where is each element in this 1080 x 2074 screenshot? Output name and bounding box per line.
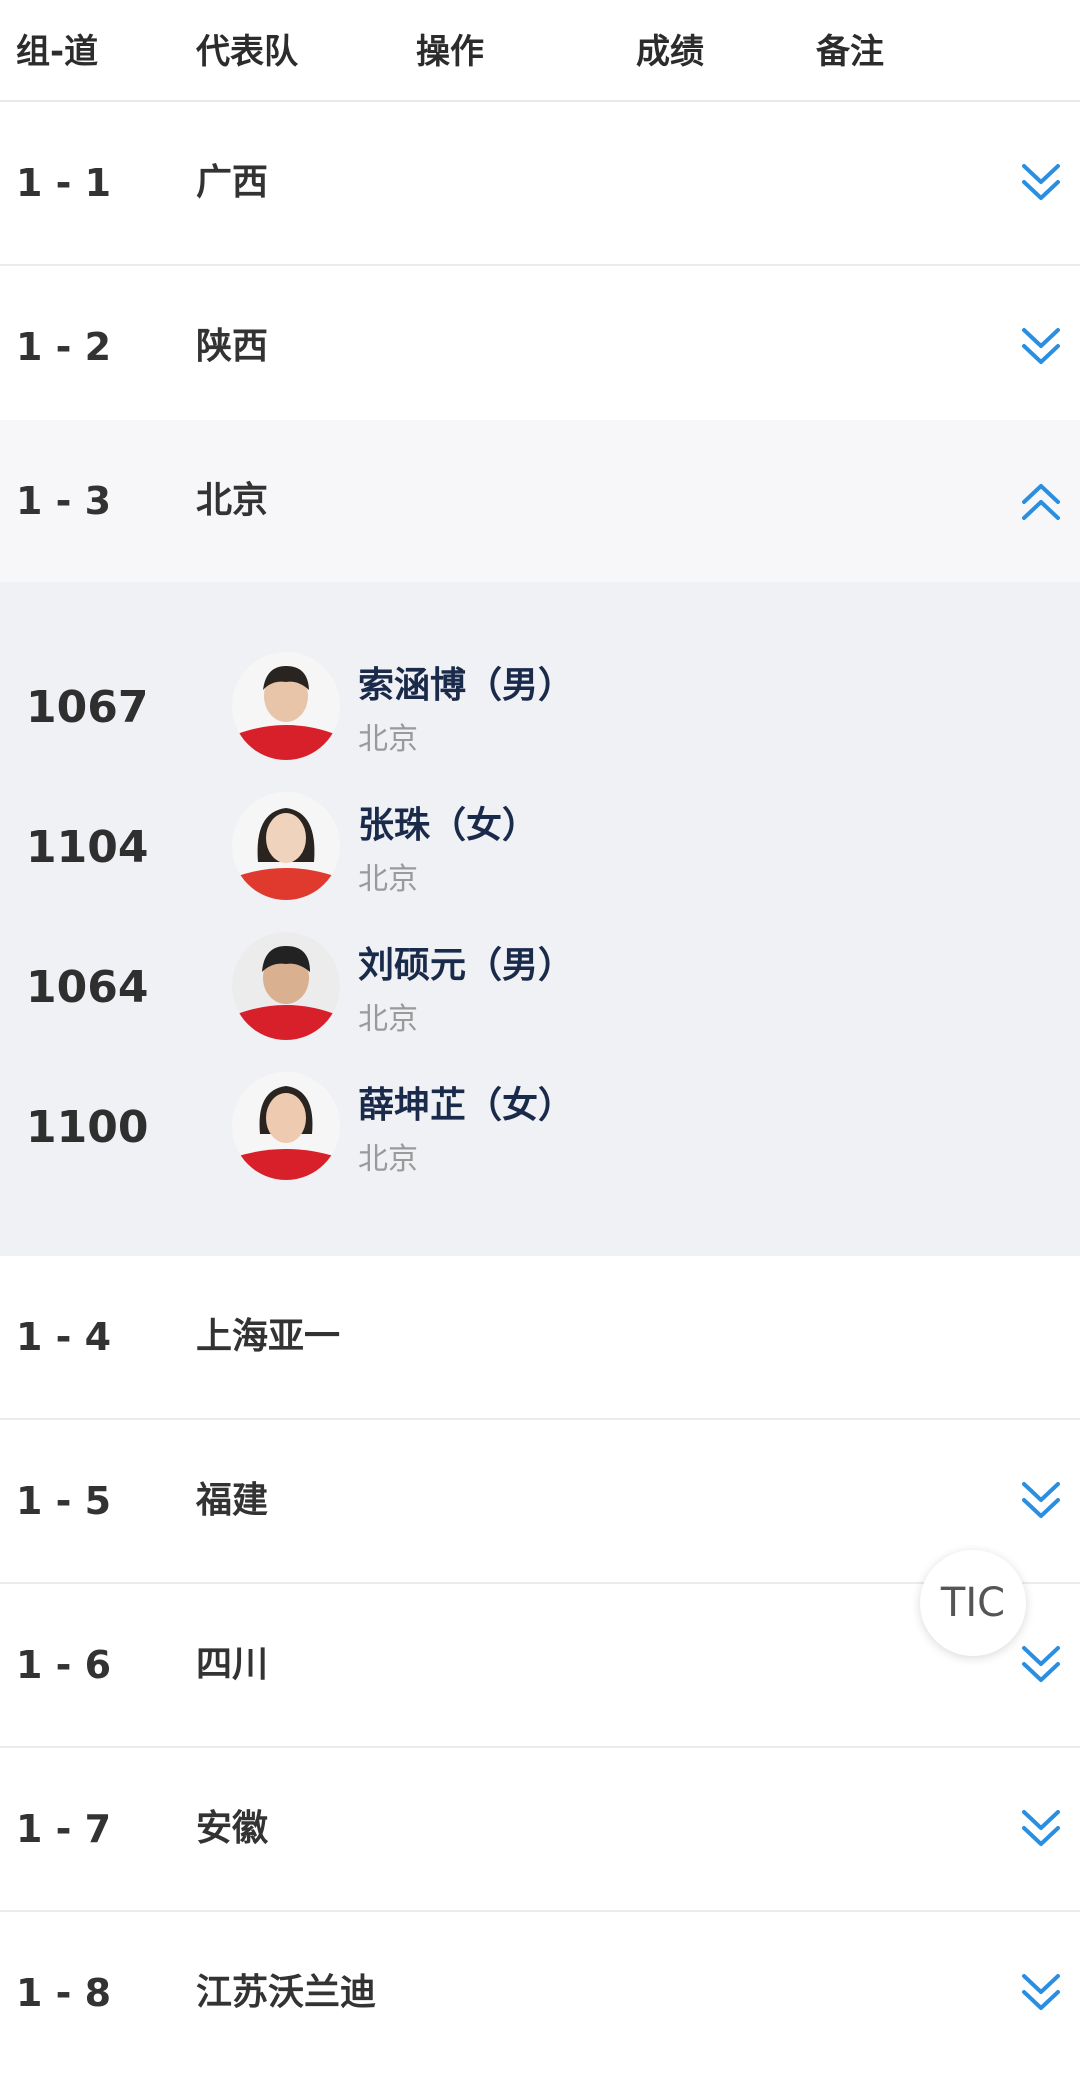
lane-row[interactable]: 1 - 5 福建: [0, 1420, 1080, 1584]
chevron-down-icon[interactable]: [1018, 322, 1064, 372]
header-score: 成绩: [636, 32, 704, 72]
lane-number: 1 - 4: [16, 1315, 112, 1359]
athlete-avatar: [232, 932, 340, 1040]
team-name: 上海亚一: [196, 1316, 341, 1357]
athlete-row[interactable]: 1100 薛坤芷（女） 北京: [0, 1058, 1080, 1198]
chevron-down-icon[interactable]: [1018, 1640, 1064, 1690]
lane-row[interactable]: 1 - 7 安徽: [0, 1748, 1080, 1912]
athlete-team: 北京: [358, 1002, 418, 1037]
bib-number: 1104: [26, 822, 149, 873]
athlete-name: 刘硕元（男）: [358, 945, 575, 986]
chevron-down-icon[interactable]: [1018, 1476, 1064, 1526]
lane-row[interactable]: 1 - 1 广西: [0, 102, 1080, 266]
header-note: 备注: [816, 32, 884, 72]
bib-number: 1067: [26, 682, 149, 733]
lane-number: 1 - 6: [16, 1643, 112, 1687]
lane-number: 1 - 2: [16, 325, 112, 369]
team-name: 四川: [196, 1644, 269, 1685]
lane-row-expanded[interactable]: 1 - 3 北京: [0, 420, 1080, 582]
athlete-avatar: [232, 792, 340, 900]
header-team: 代表队: [196, 32, 298, 72]
lane-number: 1 - 1: [16, 161, 112, 205]
team-name: 陕西: [196, 326, 269, 367]
athlete-name: 薛坤芷（女）: [358, 1085, 575, 1126]
lane-number: 1 - 3: [16, 479, 112, 523]
athlete-name: 索涵博（男）: [358, 665, 575, 706]
floating-tic-button[interactable]: TIC: [920, 1550, 1026, 1656]
bib-number: 1064: [26, 962, 149, 1013]
bib-number: 1100: [26, 1102, 149, 1153]
athlete-team: 北京: [358, 1142, 418, 1177]
chevron-down-icon[interactable]: [1018, 1968, 1064, 2018]
chevron-down-icon[interactable]: [1018, 1804, 1064, 1854]
lane-row[interactable]: 1 - 6 四川: [0, 1584, 1080, 1748]
lane-number: 1 - 5: [16, 1479, 112, 1523]
table-header: 组-道 代表队 操作 成绩 备注: [0, 0, 1080, 102]
athlete-name: 张珠（女）: [358, 805, 539, 846]
chevron-down-icon[interactable]: [1018, 158, 1064, 208]
header-lane: 组-道: [16, 32, 99, 72]
athlete-team: 北京: [358, 722, 418, 757]
athlete-avatar: [232, 1072, 340, 1180]
team-name: 广西: [196, 162, 269, 203]
chevron-up-icon[interactable]: [1018, 476, 1064, 526]
team-name: 北京: [196, 480, 269, 521]
lane-row[interactable]: 1 - 2 陕西: [0, 266, 1080, 430]
athlete-row[interactable]: 1067 索涵博（男） 北京: [0, 638, 1080, 778]
team-athlete-list: 1067 索涵博（男） 北京 1104 张珠（女） 北京 1064 刘硕元（男）…: [0, 582, 1080, 1256]
team-name: 安徽: [196, 1808, 269, 1849]
lane-row[interactable]: 1 - 4 上海亚一: [0, 1256, 1080, 1420]
athlete-row[interactable]: 1064 刘硕元（男） 北京: [0, 918, 1080, 1058]
athlete-avatar: [232, 652, 340, 760]
athlete-row[interactable]: 1104 张珠（女） 北京: [0, 778, 1080, 918]
athlete-team: 北京: [358, 862, 418, 897]
lane-number: 1 - 7: [16, 1807, 112, 1851]
team-name: 福建: [196, 1480, 269, 1521]
header-action: 操作: [416, 32, 484, 72]
